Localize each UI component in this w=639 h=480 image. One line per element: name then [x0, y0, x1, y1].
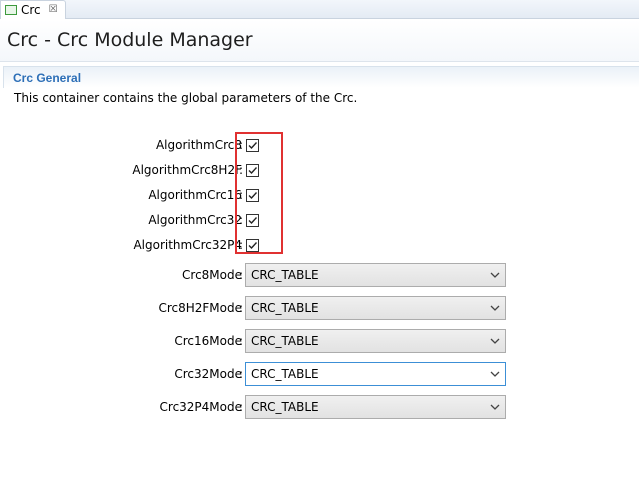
label-colon: :	[239, 367, 244, 381]
field-label: Crc32Mode	[174, 367, 242, 381]
field-label: AlgorithmCrc8	[155, 138, 242, 152]
chevron-down-icon	[490, 338, 500, 344]
mode-row-crc32: Crc32Mode : CRC_TABLE	[0, 362, 639, 386]
label-colon: :	[239, 301, 244, 315]
field-label: AlgorithmCrc16	[148, 188, 242, 202]
dropdown-value: CRC_TABLE	[251, 301, 319, 315]
field-label: Crc32P4Mode	[159, 400, 242, 414]
mode-row-crc8h2f: Crc8H2FMode : CRC_TABLE	[0, 296, 639, 320]
checkbox-row-algorithm-crc32p4: AlgorithmCrc32P4 :	[0, 236, 639, 256]
label-colon: :	[239, 268, 244, 282]
editor-tab-bar: Crc ☒	[0, 0, 639, 19]
checkbox-row-algorithm-crc32: AlgorithmCrc32 :	[0, 211, 639, 231]
field-label: Crc8H2FMode	[158, 301, 242, 315]
section-description: This container contains the global param…	[14, 91, 358, 105]
mode-row-crc16: Crc16Mode : CRC_TABLE	[0, 329, 639, 353]
crc32p4-mode-dropdown[interactable]: CRC_TABLE	[245, 395, 506, 419]
field-label: Crc16Mode	[174, 334, 242, 348]
section-header[interactable]: Crc General	[3, 66, 639, 88]
field-label: AlgorithmCrc32P4	[133, 238, 242, 252]
dropdown-value: CRC_TABLE	[251, 367, 319, 381]
page-header: Crc - Crc Module Manager	[0, 20, 639, 62]
dropdown-value: CRC_TABLE	[251, 268, 319, 282]
checkbox-row-algorithm-crc8: AlgorithmCrc8 :	[0, 136, 639, 156]
crc32-mode-dropdown[interactable]: CRC_TABLE	[245, 362, 506, 386]
section-title: Crc General	[13, 71, 82, 85]
dropdown-value: CRC_TABLE	[251, 334, 319, 348]
label-colon: :	[239, 334, 244, 348]
field-label: AlgorithmCrc8H2F	[132, 163, 242, 177]
checkbox-row-algorithm-crc8h2f: AlgorithmCrc8H2F :	[0, 161, 639, 181]
mode-row-crc32p4: Crc32P4Mode : CRC_TABLE	[0, 395, 639, 419]
close-icon[interactable]: ☒	[49, 5, 58, 15]
chevron-down-icon	[490, 305, 500, 311]
chevron-down-icon	[490, 404, 500, 410]
chevron-down-icon	[490, 272, 500, 278]
page-title: Crc - Crc Module Manager	[7, 29, 253, 51]
label-colon: :	[239, 400, 244, 414]
tab-crc[interactable]: Crc ☒	[0, 0, 66, 19]
checkbox-row-algorithm-crc16: AlgorithmCrc16 :	[0, 186, 639, 206]
dropdown-value: CRC_TABLE	[251, 400, 319, 414]
crc8-mode-dropdown[interactable]: CRC_TABLE	[245, 263, 506, 287]
crc16-mode-dropdown[interactable]: CRC_TABLE	[245, 329, 506, 353]
mode-row-crc8: Crc8Mode : CRC_TABLE	[0, 263, 639, 287]
tab-label: Crc	[21, 3, 41, 17]
crc8h2f-mode-dropdown[interactable]: CRC_TABLE	[245, 296, 506, 320]
module-editor-icon	[5, 5, 17, 15]
field-label: Crc8Mode	[182, 268, 242, 282]
field-label: AlgorithmCrc32	[148, 213, 242, 227]
highlight-annotation-box	[235, 132, 283, 254]
chevron-down-icon	[490, 371, 500, 377]
